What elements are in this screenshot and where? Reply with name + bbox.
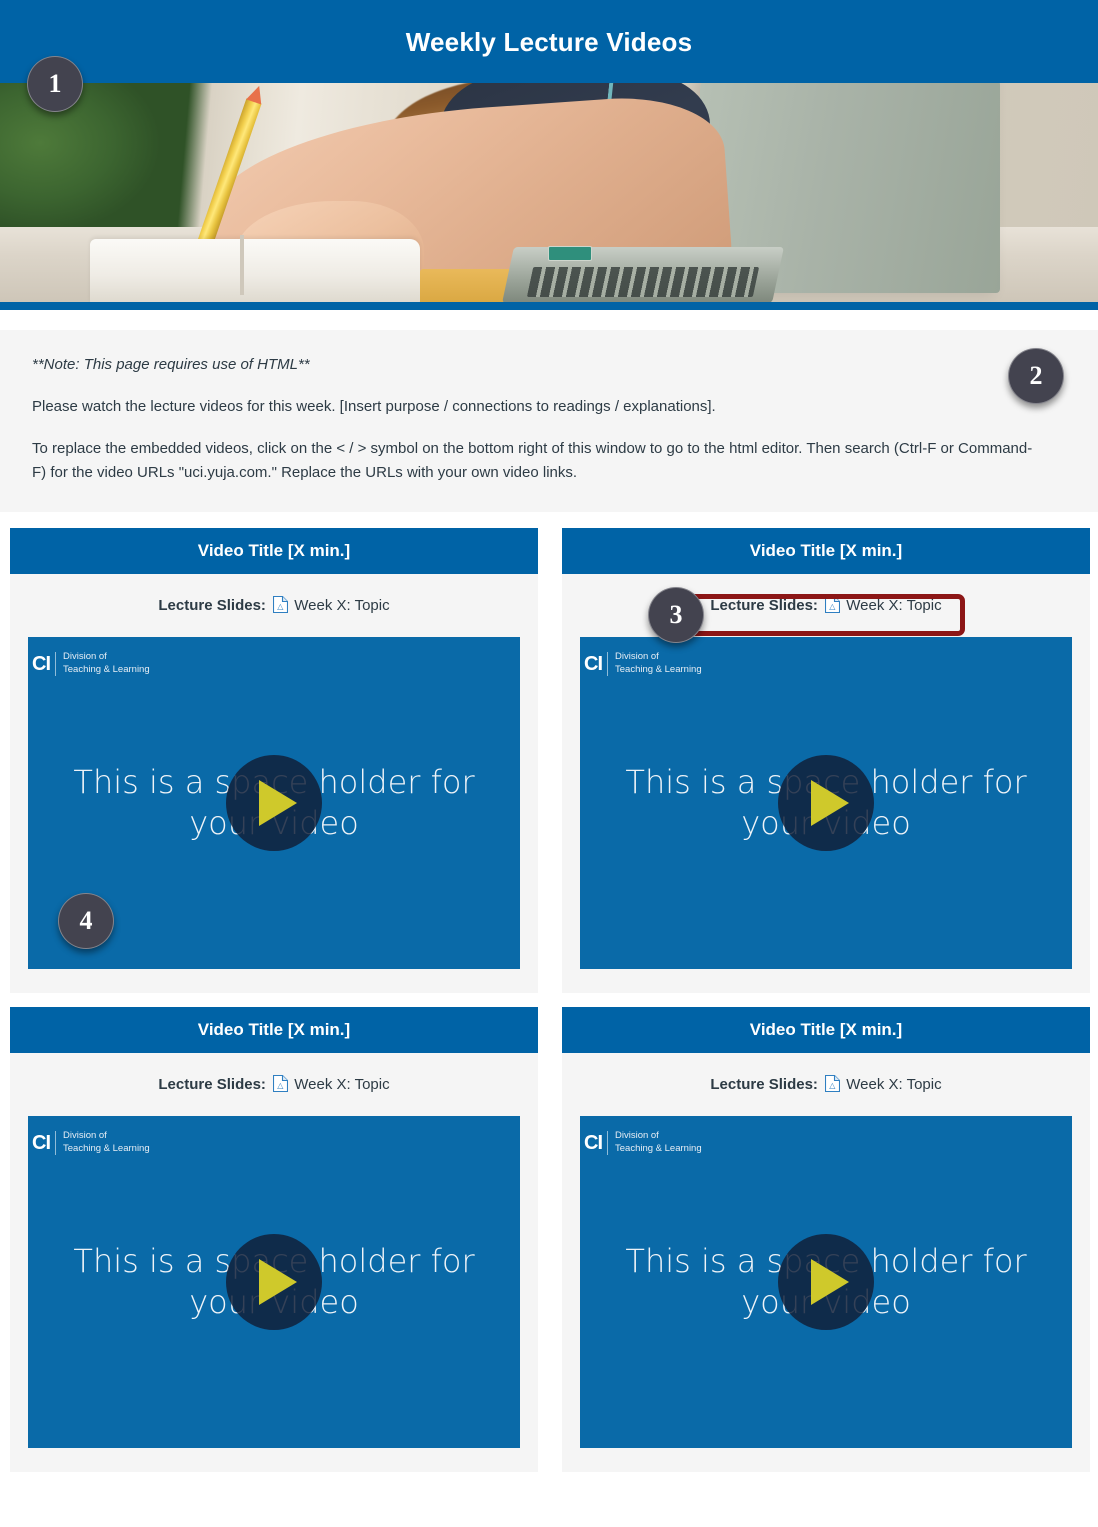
video-player-placeholder[interactable]: CI Division of Teaching & Learning This …	[580, 637, 1072, 969]
lecture-slides-label: Lecture Slides:	[710, 597, 818, 614]
annotation-badge-2: 2	[1008, 348, 1064, 404]
video-card-grid: Video Title [X min.] Lecture Slides: △ W…	[10, 528, 1090, 1486]
lecture-slides-link[interactable]: Week X: Topic	[846, 1076, 941, 1093]
photo-laptop-sticker	[548, 246, 592, 261]
video-card-title: Video Title [X min.]	[10, 528, 538, 574]
lecture-slides-link[interactable]: Week X: Topic	[294, 597, 389, 614]
banner-bottom-strip	[0, 302, 1098, 310]
play-triangle-icon	[259, 1259, 297, 1305]
page-banner: Weekly Lecture Videos	[0, 0, 1098, 310]
svg-text:△: △	[277, 602, 284, 611]
annotation-badge-1: 1	[27, 56, 83, 112]
play-triangle-icon	[259, 780, 297, 826]
play-triangle-icon	[811, 780, 849, 826]
play-button[interactable]	[778, 755, 874, 851]
play-button[interactable]	[226, 755, 322, 851]
video-player-placeholder[interactable]: CI Division of Teaching & Learning This …	[580, 1116, 1072, 1448]
lecture-slides-line: Lecture Slides: △ Week X: Topic	[28, 595, 520, 617]
instructions-paragraph-1: Please watch the lecture videos for this…	[32, 398, 716, 415]
video-card-title: Video Title [X min.]	[562, 528, 1090, 574]
video-card-title: Video Title [X min.]	[562, 1007, 1090, 1053]
lecture-slides-label: Lecture Slides:	[158, 597, 266, 614]
lecture-slides-line: Lecture Slides: △ Week X: Topic	[28, 1074, 520, 1096]
annotation-badge-4: 4	[58, 893, 114, 949]
play-triangle-icon	[811, 1259, 849, 1305]
banner-photo	[0, 83, 1098, 305]
pdf-file-icon: △	[273, 595, 289, 617]
page-title: Weekly Lecture Videos	[405, 27, 693, 57]
pdf-file-icon: △	[273, 1074, 289, 1096]
video-card: Video Title [X min.] Lecture Slides: △ W…	[562, 528, 1090, 993]
video-card-title: Video Title [X min.]	[10, 1007, 538, 1053]
video-card: Video Title [X min.] Lecture Slides: △ W…	[562, 1007, 1090, 1472]
video-card-row-1: Video Title [X min.] Lecture Slides: △ W…	[10, 528, 1090, 993]
pdf-file-icon: △	[825, 595, 841, 617]
play-button[interactable]	[778, 1234, 874, 1330]
html-requirement-note: **Note: This page requires use of HTML**	[32, 356, 310, 373]
video-player-placeholder[interactable]: CI Division of Teaching & Learning This …	[28, 1116, 520, 1448]
photo-keyboard	[526, 267, 760, 297]
video-card: Video Title [X min.] Lecture Slides: △ W…	[10, 1007, 538, 1472]
svg-text:△: △	[277, 1081, 284, 1090]
photo-open-notebook	[90, 235, 420, 305]
lecture-slides-label: Lecture Slides:	[710, 1076, 818, 1093]
play-button[interactable]	[226, 1234, 322, 1330]
lecture-slides-link[interactable]: Week X: Topic	[294, 1076, 389, 1093]
lecture-slides-link[interactable]: Week X: Topic	[846, 597, 941, 614]
svg-text:△: △	[829, 602, 836, 611]
pdf-file-icon: △	[825, 1074, 841, 1096]
lecture-slides-line: Lecture Slides: △ Week X: Topic	[580, 1074, 1072, 1096]
svg-text:△: △	[829, 1081, 836, 1090]
page-root: Weekly Lecture Videos **Note: This page …	[0, 0, 1098, 1527]
annotation-badge-3: 3	[648, 587, 704, 643]
note-block: **Note: This page requires use of HTML**…	[0, 330, 1098, 512]
video-card-row-2: Video Title [X min.] Lecture Slides: △ W…	[10, 1007, 1090, 1472]
lecture-slides-label: Lecture Slides:	[158, 1076, 266, 1093]
instructions-paragraph-2: To replace the embedded videos, click on…	[32, 440, 1033, 481]
